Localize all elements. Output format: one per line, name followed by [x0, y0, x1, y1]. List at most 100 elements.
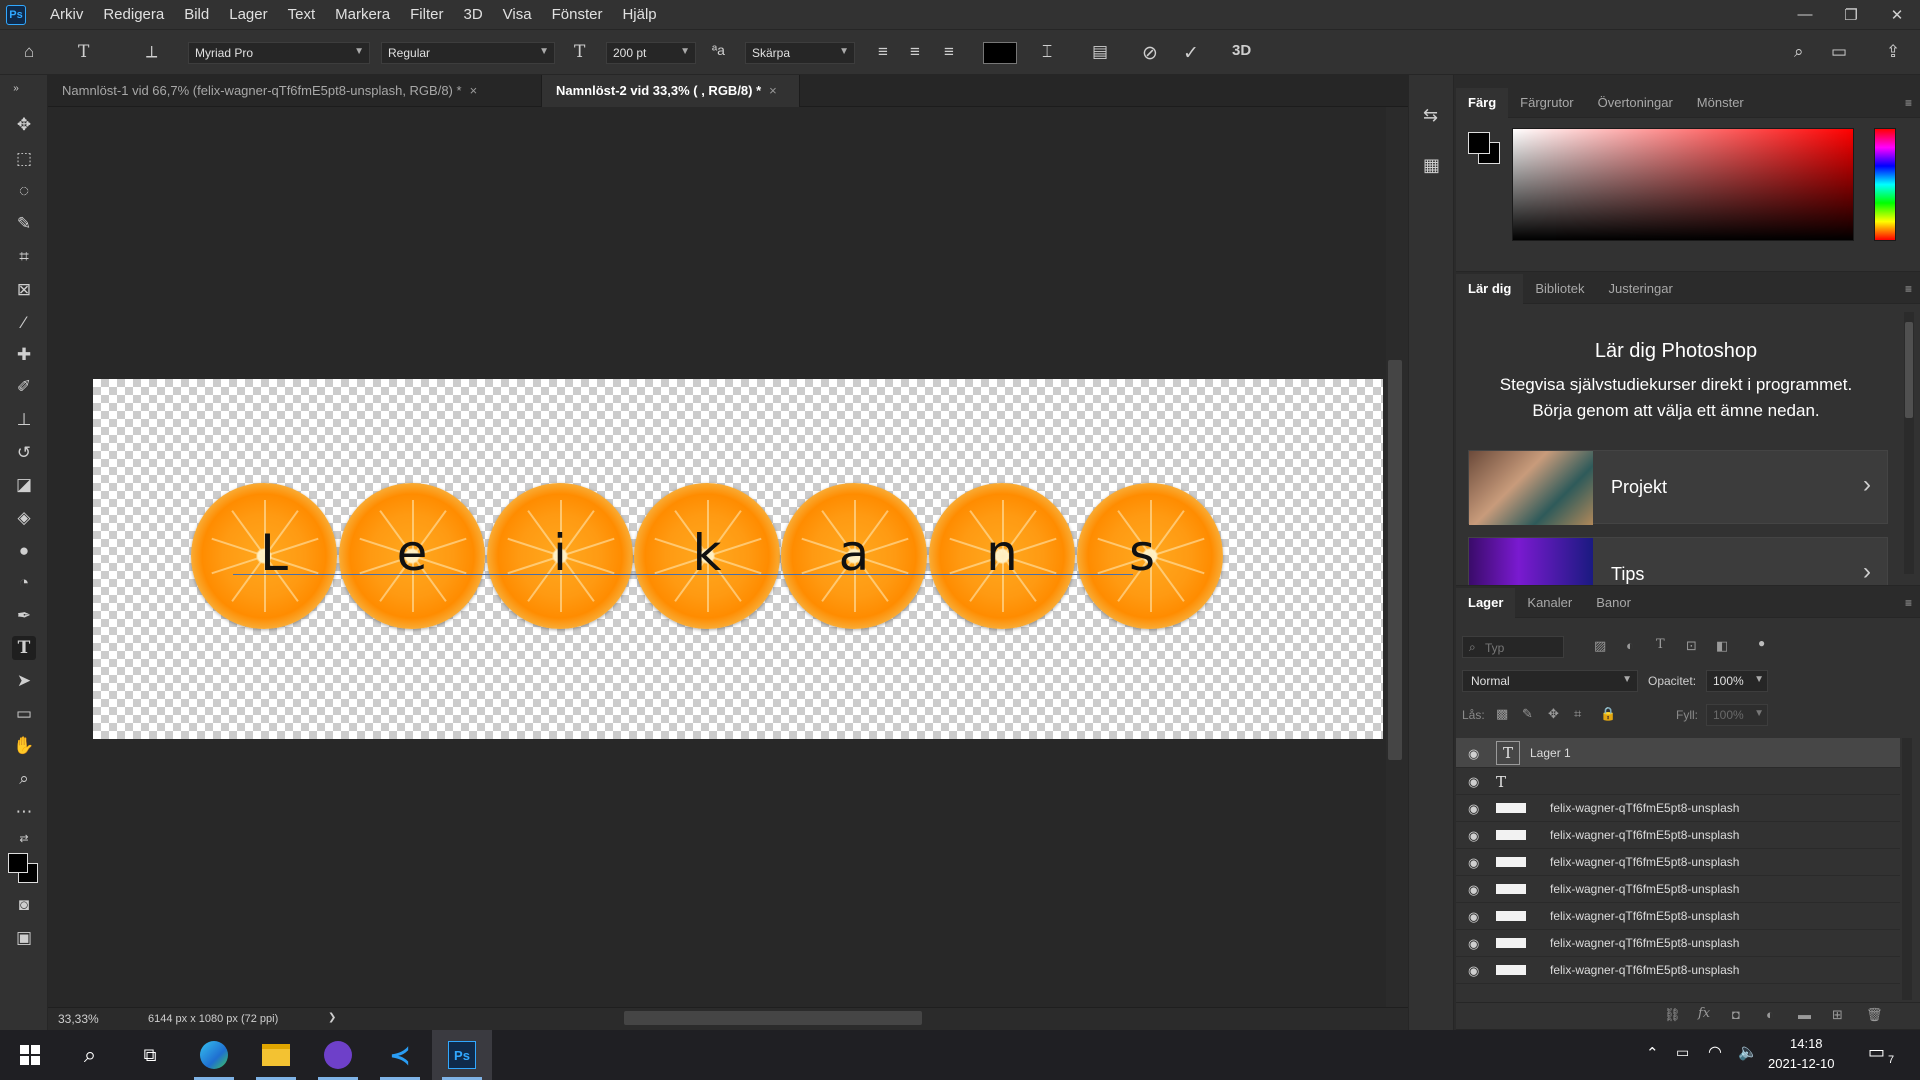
filter-pixel-icon[interactable]: ▨ [1594, 638, 1606, 654]
minimize-button[interactable]: — [1782, 0, 1828, 29]
type-tool-icon[interactable]: T [12, 636, 36, 660]
layer-row[interactable]: ◉ felix-wagner-qTf6fmE5pt8-unsplash [1456, 957, 1900, 984]
delete-layer-icon[interactable]: 🗑 [1866, 1007, 1883, 1023]
properties-panel-icon[interactable]: ▦ [1423, 155, 1440, 176]
lock-all-icon[interactable]: 🔒 [1600, 706, 1616, 722]
hue-slider[interactable] [1874, 128, 1896, 241]
eraser-tool-icon[interactable]: ◪ [12, 473, 36, 497]
foreground-color-swatch[interactable] [1468, 132, 1490, 154]
eye-icon[interactable]: ◉ [1468, 963, 1482, 978]
close-tab-icon[interactable]: × [769, 83, 777, 98]
tab-banor[interactable]: Banor [1584, 588, 1643, 618]
github-desktop-icon[interactable] [308, 1030, 368, 1080]
learn-scroll-thumb[interactable] [1905, 322, 1913, 418]
panel-menu-icon[interactable]: ≡ [1905, 282, 1912, 296]
layer-filter-dropdown[interactable]: ⌕ Typ [1462, 636, 1564, 658]
move-tool-icon[interactable]: ✥ [12, 113, 36, 137]
filter-shape-icon[interactable]: ⊡ [1686, 638, 1697, 654]
fill-field[interactable]: 100% ▼ [1706, 704, 1768, 726]
warp-text-icon[interactable]: ⌶ [1042, 42, 1052, 62]
lock-artboard-icon[interactable]: ⌗ [1574, 706, 1581, 722]
zoom-level[interactable]: 33,33% [58, 1012, 99, 1026]
tab-farg[interactable]: Färg [1456, 87, 1509, 118]
tab-monster[interactable]: Mönster [1685, 88, 1756, 118]
fx-icon[interactable]: fx [1698, 1006, 1710, 1021]
layer-row[interactable]: ◉ felix-wagner-qTf6fmE5pt8-unsplash [1456, 795, 1900, 822]
eye-icon[interactable]: ◉ [1468, 774, 1482, 789]
quick-selection-tool-icon[interactable]: ✎ [12, 212, 36, 236]
tab-bibliotek[interactable]: Bibliotek [1523, 274, 1596, 304]
wifi-icon[interactable]: ◠ [1708, 1042, 1722, 1062]
eye-icon[interactable]: ◉ [1468, 909, 1482, 924]
close-button[interactable]: ✕ [1874, 0, 1920, 29]
document-canvas[interactable]: L e i k a n s [93, 379, 1383, 739]
blur-tool-icon[interactable]: ● [12, 539, 36, 563]
brush-tool-icon[interactable]: ✐ [12, 375, 36, 399]
dodge-tool-icon[interactable]: ◔ [12, 571, 36, 595]
panel-menu-icon[interactable]: ≡ [1905, 596, 1912, 610]
start-button[interactable] [0, 1030, 60, 1080]
layer-row[interactable]: ◉ felix-wagner-qTf6fmE5pt8-unsplash [1456, 849, 1900, 876]
lock-position-icon[interactable]: ✥ [1548, 706, 1559, 722]
align-left-icon[interactable]: ≡ [878, 42, 888, 62]
blend-mode-dropdown[interactable]: Normal ▼ [1462, 670, 1638, 692]
tab-document-1[interactable]: Namnlöst-1 vid 66,7% (felix-wagner-qTf6f… [48, 75, 542, 107]
workspace-icon[interactable]: ▭ [1831, 42, 1847, 62]
menu-text[interactable]: Text [278, 6, 326, 23]
learn-card-projekt[interactable]: Projekt › [1468, 450, 1888, 525]
tab-lager[interactable]: Lager [1456, 587, 1516, 618]
learn-card-tips[interactable]: Tips › [1468, 537, 1888, 585]
menu-redigera[interactable]: Redigera [93, 6, 174, 23]
anti-alias-dropdown[interactable]: Skärpa ▼ [745, 42, 855, 64]
search-icon[interactable]: ⌕ [1794, 42, 1804, 62]
vertical-scroll-thumb[interactable] [1388, 360, 1402, 760]
horizontal-scroll-thumb[interactable] [624, 1011, 922, 1025]
layers-scrollbar[interactable] [1902, 738, 1912, 1000]
lock-pixels-icon[interactable]: ✎ [1522, 706, 1533, 722]
rectangle-tool-icon[interactable]: ▭ [12, 702, 36, 726]
menu-hjalp[interactable]: Hjälp [612, 6, 666, 23]
quick-mask-icon[interactable]: ◙ [12, 893, 36, 917]
layer-row[interactable]: ◉ felix-wagner-qTf6fmE5pt8-unsplash [1456, 876, 1900, 903]
layer-row[interactable]: ◉ felix-wagner-qTf6fmE5pt8-unsplash [1456, 822, 1900, 849]
eye-icon[interactable]: ◉ [1468, 801, 1482, 816]
tab-overtoningar[interactable]: Övertoningar [1586, 88, 1685, 118]
tab-justeringar[interactable]: Justeringar [1596, 274, 1684, 304]
lock-transparency-icon[interactable]: ▩ [1496, 706, 1508, 722]
filter-adjustment-icon[interactable]: ◐ [1626, 638, 1634, 653]
font-style-dropdown[interactable]: Regular ▼ [381, 42, 555, 64]
filter-type-icon[interactable]: T [1656, 637, 1665, 652]
zoom-tool-icon[interactable]: ⌕ [12, 767, 36, 791]
file-explorer-icon[interactable] [246, 1030, 306, 1080]
character-panel-icon[interactable]: ▤ [1092, 42, 1108, 62]
layer-row[interactable]: ◉ felix-wagner-qTf6fmE5pt8-unsplash [1456, 903, 1900, 930]
restore-button[interactable]: ❐ [1828, 0, 1874, 29]
lasso-tool-icon[interactable]: ◌ [12, 179, 36, 203]
more-tools-icon[interactable]: ⋯ [12, 800, 36, 824]
collapse-toolbar-icon[interactable]: » [4, 83, 28, 94]
tab-lar-dig[interactable]: Lär dig [1456, 274, 1524, 304]
menu-lager[interactable]: Lager [219, 6, 277, 23]
close-tab-icon[interactable]: × [470, 83, 478, 98]
crop-tool-icon[interactable]: ⌗ [12, 245, 36, 269]
new-group-icon[interactable]: ▬ [1798, 1007, 1811, 1022]
tab-kanaler[interactable]: Kanaler [1515, 588, 1584, 618]
eye-icon[interactable]: ◉ [1468, 936, 1482, 951]
align-center-icon[interactable]: ≡ [910, 42, 920, 62]
battery-icon[interactable]: ▭ [1676, 1044, 1689, 1061]
menu-visa[interactable]: Visa [493, 6, 542, 23]
new-layer-icon[interactable]: ⊞ [1832, 1007, 1843, 1023]
volume-icon[interactable]: 🔈 [1738, 1042, 1758, 1062]
menu-3d[interactable]: 3D [453, 6, 492, 23]
history-brush-tool-icon[interactable]: ↺ [12, 441, 36, 465]
text-orientation-icon[interactable]: ⟂ [146, 42, 157, 62]
commit-check-icon[interactable]: ✓ [1183, 42, 1199, 65]
edge-browser-icon[interactable] [184, 1030, 244, 1080]
photoshop-taskbar-icon[interactable]: Ps [432, 1030, 492, 1080]
chevron-up-icon[interactable]: ⌃ [1646, 1044, 1659, 1062]
layer-row[interactable]: ◉ felix-wagner-qTf6fmE5pt8-unsplash [1456, 930, 1900, 957]
type-tool-preset-icon[interactable]: T [78, 42, 89, 62]
share-icon[interactable]: ⇪ [1886, 42, 1900, 62]
font-size-dropdown[interactable]: 200 pt ▼ [606, 42, 696, 64]
task-view-icon[interactable]: ⧉ [120, 1030, 180, 1080]
